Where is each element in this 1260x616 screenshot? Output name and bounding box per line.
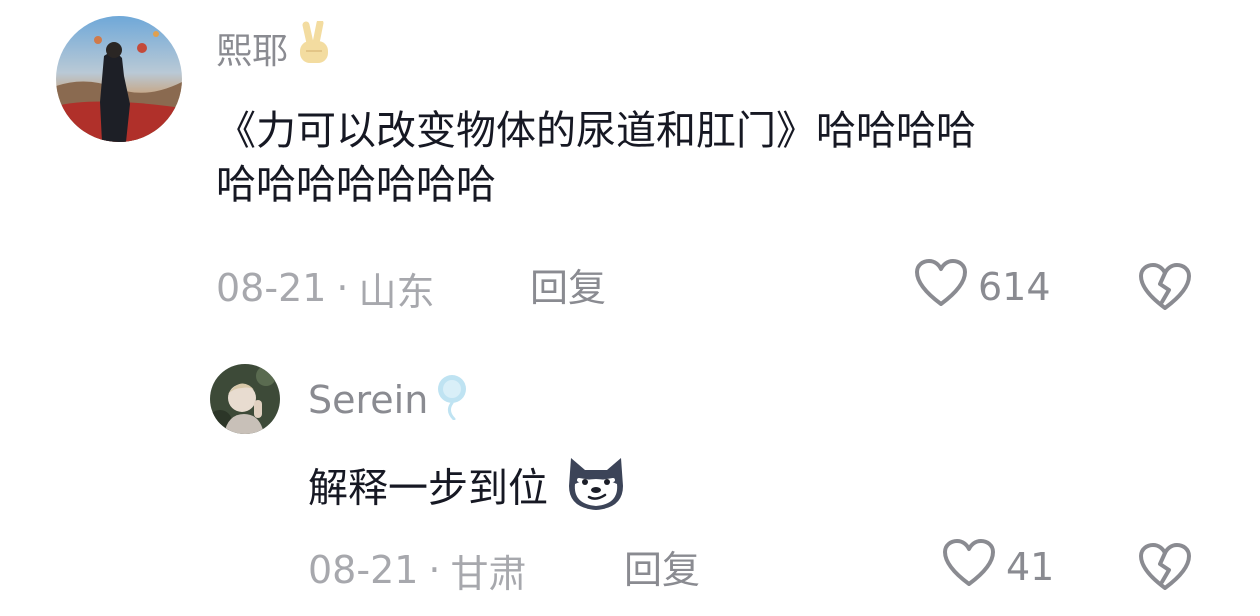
comment-text: 解释一步到位 [308, 452, 627, 512]
smug-dog-emoji-icon [565, 452, 627, 529]
like-button[interactable]: 614 [914, 258, 1051, 317]
comment-text-line: 《力可以改变物体的尿道和肛门》哈哈哈哈 [216, 108, 976, 154]
reply-button[interactable]: 回复 [624, 544, 700, 596]
comment-location: 山东 [358, 269, 435, 314]
username-text: 熙耶 [216, 31, 289, 72]
username-text: Serein [308, 378, 429, 422]
like-count: 614 [978, 265, 1051, 309]
comment-text-line: 哈哈哈哈哈哈哈 [216, 162, 496, 208]
username[interactable]: Serein [308, 374, 470, 426]
comment-location: 甘肃 [450, 551, 527, 596]
dislike-button[interactable] [1138, 262, 1192, 316]
dislike-button[interactable] [1138, 542, 1192, 596]
heart-icon [914, 258, 968, 317]
balloon-icon [434, 372, 470, 429]
reply-comment-item: Serein 解释一步到位 08-21 · 甘肃 回复 41 [0, 350, 1260, 616]
comment-meta: 08-21 · 甘肃 [308, 544, 527, 596]
comment-meta: 08-21 · 山东 [216, 262, 435, 314]
heart-icon [942, 538, 996, 597]
comment-text: 《力可以改变物体的尿道和肛门》哈哈哈哈 哈哈哈哈哈哈哈 [216, 104, 976, 212]
avatar[interactable] [210, 364, 280, 434]
comment-date: 08-21 [308, 548, 419, 592]
username[interactable]: 熙耶 [216, 19, 334, 76]
comment-date: 08-21 [216, 266, 327, 310]
avatar[interactable] [56, 16, 182, 142]
meta-separator: · [428, 548, 441, 592]
reply-button[interactable]: 回复 [530, 262, 606, 314]
comment-text-content: 解释一步到位 [308, 465, 548, 512]
like-button[interactable]: 41 [942, 538, 1055, 597]
like-count: 41 [1006, 545, 1055, 589]
broken-heart-icon [1138, 263, 1192, 316]
meta-separator: · [336, 266, 349, 310]
victory-hand-icon [294, 19, 334, 76]
broken-heart-icon [1138, 543, 1192, 596]
comment-item: 熙耶 《力可以改变物体的尿道和肛门》哈哈哈哈 哈哈哈哈哈哈哈 08-21 · 山… [0, 0, 1260, 330]
